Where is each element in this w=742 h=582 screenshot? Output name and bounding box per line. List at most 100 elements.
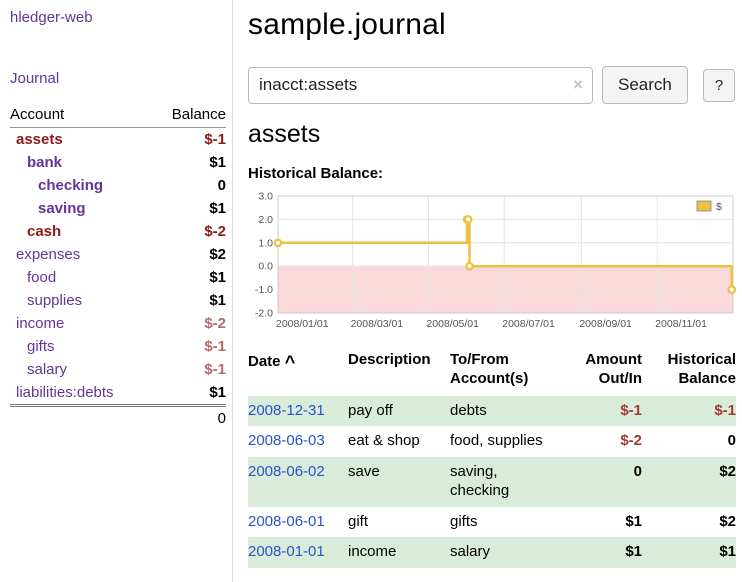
x-tick-label: 2008/07/01 [502,318,555,330]
search-button[interactable]: Search [602,66,688,104]
balance-chart: 3.02.01.00.0-1.0-2.02008/01/012008/03/01… [248,188,736,333]
register-table: Date ^ Description To/From Account(s) Am… [248,349,736,568]
x-tick-label: 2008/11/01 [655,318,707,330]
transaction-description: eat & shop [340,426,442,457]
chart-point [465,216,471,222]
sidebar-account-cash[interactable]: cash [10,223,61,240]
sidebar-account-bank[interactable]: bank [10,154,62,171]
account-balance: $1 [152,197,226,220]
account-row: cash $-2 [10,220,226,243]
col-amount: Amount Out/In [558,349,642,396]
account-balance: $1 [152,289,226,312]
sidebar-item-journal[interactable]: Journal [10,70,226,87]
accounts-total-value: 0 [152,406,226,431]
chart-title: Historical Balance: [248,165,736,182]
sidebar: hledger-web Journal Account Balance asse… [0,0,233,582]
register-row: 2008-06-03eat & shopfood, supplies$-20 [248,426,736,457]
transaction-date-cell: 2008-06-02 [248,457,340,507]
account-name-cell: cash [10,220,152,243]
sidebar-account-salary[interactable]: salary [10,361,67,378]
help-button[interactable]: ? [703,69,735,102]
accounts-table: Account Balance assets $-1 bank $1 checking 0… [10,103,226,430]
chart-point [466,263,472,269]
col-date[interactable]: Date [248,353,281,370]
transaction-date-cell: 2008-12-31 [248,396,340,427]
y-tick-label: -1.0 [255,284,273,296]
account-name-cell: food [10,266,152,289]
legend-label: $ [716,201,722,213]
transaction-date-link[interactable]: 2008-06-02 [248,463,325,480]
col-balance: Historical Balance [642,349,736,396]
y-tick-label: 2.0 [258,214,273,226]
accounts-header-row: Account Balance [10,103,226,128]
transaction-date-cell: 2008-06-03 [248,426,340,457]
account-row: salary$-1 [10,358,226,381]
col-accounts: To/From Account(s) [442,349,558,396]
sidebar-account-liabilities-debts[interactable]: liabilities:debts [10,384,114,401]
app: hledger-web Journal Account Balance asse… [0,0,742,582]
transaction-description: pay off [340,396,442,427]
transaction-date-link[interactable]: 2008-12-31 [248,402,325,419]
transaction-date-link[interactable]: 2008-01-01 [248,543,325,560]
account-balance: $1 [152,151,226,174]
col-description: Description [340,349,442,396]
x-tick-label: 2008/03/01 [351,318,404,330]
transaction-balance: 0 [642,426,736,457]
account-name-cell: income [10,312,152,335]
account-name-cell: checking [10,174,152,197]
transaction-amount: $1 [558,507,642,538]
account-name-cell: salary [10,358,152,381]
transaction-amount: $1 [558,537,642,568]
account-row: checking 0 [10,174,226,197]
y-tick-label: 3.0 [258,191,273,203]
account-balance: $-1 [152,128,226,152]
account-row: gifts $-1 [10,335,226,358]
page-title: sample.journal [248,8,736,42]
account-balance: $-2 [152,220,226,243]
accounts-total-spacer [10,406,152,431]
sort-asc-icon[interactable]: ^ [285,352,296,372]
transaction-date-cell: 2008-06-01 [248,507,340,538]
account-row: supplies $1 [10,289,226,312]
register-row: 2008-01-01incomesalary$1$1 [248,537,736,568]
app-title-link[interactable]: hledger-web [10,9,226,26]
account-balance: 0 [152,174,226,197]
search-input[interactable] [248,67,593,104]
account-row: expenses $2 [10,243,226,266]
register-row: 2008-06-01 giftgifts$1$2 [248,507,736,538]
transaction-accounts: debts [442,396,558,427]
clear-search-icon[interactable]: × [573,75,583,95]
sidebar-account-food[interactable]: food [10,269,56,286]
sidebar-account-saving[interactable]: saving [10,200,86,217]
transaction-amount: $-1 [558,396,642,427]
sidebar-account-supplies[interactable]: supplies [10,292,82,309]
transaction-description: gift [340,507,442,538]
account-heading: assets [248,120,736,149]
account-balance: $2 [152,243,226,266]
account-row: saving $1 [10,197,226,220]
sidebar-account-checking[interactable]: checking [10,177,103,194]
account-row: liabilities:debts$1 [10,381,226,406]
transaction-amount: $-2 [558,426,642,457]
account-name-cell: saving [10,197,152,220]
transaction-date-link[interactable]: 2008-06-03 [248,432,325,449]
sidebar-account-income[interactable]: income [10,315,64,332]
account-name-cell: bank [10,151,152,174]
search-bar: × Search ? [248,66,736,104]
account-balance: $-1 [152,335,226,358]
register-row: 2008-06-02savesaving, checking0$2 [248,457,736,507]
account-name-cell: supplies [10,289,152,312]
transaction-date-link[interactable]: 2008-06-01 [248,513,325,530]
transaction-balance: $2 [642,457,736,507]
sidebar-account-expenses[interactable]: expenses [10,246,80,263]
transaction-balance: $2 [642,507,736,538]
account-row: bank $1 [10,151,226,174]
account-row: assets $-1 [10,128,226,152]
y-tick-label: 1.0 [258,237,273,249]
sidebar-account-gifts[interactable]: gifts [10,338,55,355]
sidebar-account-assets[interactable]: assets [10,131,63,148]
chart-point [275,240,281,246]
account-name-cell: gifts [10,335,152,358]
transaction-accounts: gifts [442,507,558,538]
account-name-cell: liabilities:debts [10,381,152,406]
